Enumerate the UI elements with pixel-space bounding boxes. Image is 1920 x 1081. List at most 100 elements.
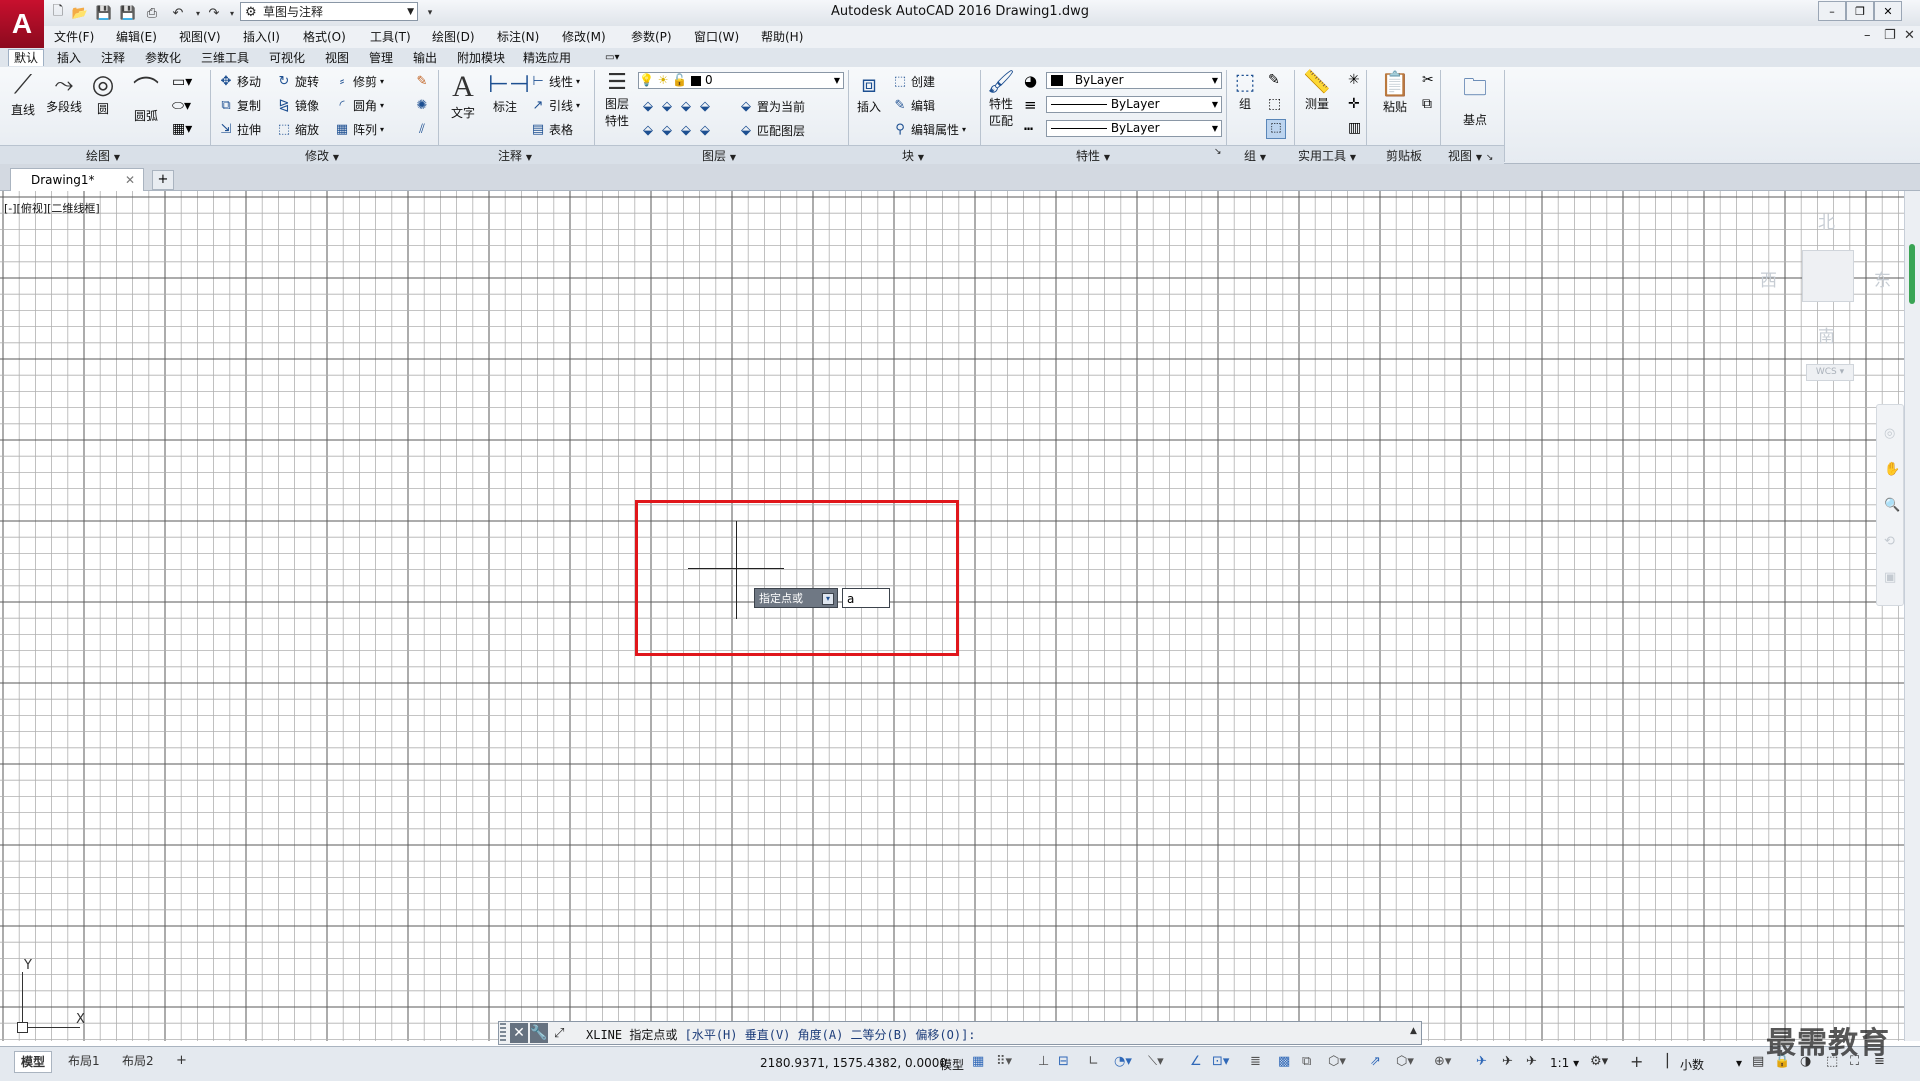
leader-button[interactable]: ↗ 引线 ▾ bbox=[530, 96, 580, 114]
scale-button[interactable]: ⬚ 缩放 bbox=[276, 120, 319, 138]
array-button[interactable]: ▦ 阵列 ▾ bbox=[334, 120, 384, 138]
new-tab-button[interactable]: + bbox=[152, 170, 174, 190]
print-icon[interactable]: ⎙ bbox=[142, 3, 162, 23]
cut-icon[interactable]: ✂ bbox=[1422, 72, 1434, 88]
command-options[interactable]: [水平(H) 垂直(V) 角度(A) 二等分(B) 偏移(O)]: bbox=[685, 1028, 976, 1042]
linetype-icon[interactable]: ┅ bbox=[1024, 120, 1033, 138]
menu-tools[interactable]: 工具(T) bbox=[370, 28, 411, 45]
menu-parametric[interactable]: 参数(P) bbox=[631, 28, 672, 45]
customize-wrench-icon[interactable]: 🔧 bbox=[530, 1023, 548, 1043]
menu-insert[interactable]: 插入(I) bbox=[243, 28, 280, 45]
clipboard-panel-title[interactable]: 剪贴板 bbox=[1386, 147, 1422, 164]
hatch-icon[interactable]: ▦▾ bbox=[172, 121, 192, 137]
match-layer-button[interactable]: ⬙ 匹配图层 bbox=[738, 121, 805, 139]
quick-select-icon[interactable]: ✳ bbox=[1348, 72, 1360, 88]
erase-button[interactable]: ✎ bbox=[414, 72, 430, 90]
add-layout-button[interactable]: + bbox=[170, 1051, 193, 1071]
selection-filtering-icon[interactable]: ⬡▾ bbox=[1396, 1054, 1414, 1069]
steering-wheel-icon[interactable]: ◎ bbox=[1884, 426, 1895, 441]
group-select-toggle[interactable]: ⬚ bbox=[1266, 119, 1286, 139]
circle-button[interactable]: ◎ 圆 bbox=[86, 70, 120, 117]
open-file-icon[interactable]: 📂 bbox=[70, 3, 90, 23]
create-block-button[interactable]: ⬚ 创建 bbox=[892, 72, 935, 90]
doc-close-icon[interactable]: ✕ bbox=[1904, 28, 1915, 43]
properties-panel-title[interactable]: 特性 ▼ bbox=[1076, 147, 1110, 164]
move-button[interactable]: ✥ 移动 bbox=[218, 72, 261, 90]
menu-file[interactable]: 文件(F) bbox=[54, 28, 94, 45]
annotation-scale-value[interactable]: 1:1 ▾ bbox=[1550, 1056, 1579, 1070]
explode-button[interactable]: ✺ bbox=[414, 96, 430, 114]
minimize-button[interactable]: – bbox=[1818, 1, 1846, 21]
close-command-line-icon[interactable]: ✕ bbox=[510, 1023, 528, 1043]
tab-3d-tools[interactable]: 三维工具 bbox=[196, 50, 254, 66]
zoom-icon[interactable]: 🔍 bbox=[1884, 498, 1900, 513]
scrollbar-thumb[interactable] bbox=[1909, 244, 1915, 304]
coordinates-readout[interactable]: 2180.9371, 1575.4382, 0.0000 bbox=[760, 1056, 947, 1070]
tab-visualize[interactable]: 可视化 bbox=[264, 50, 310, 66]
workspace-select[interactable]: ⚙ 草图与注释 ▼ bbox=[240, 2, 418, 21]
workspace-switching-icon[interactable]: ⚙▾ bbox=[1590, 1054, 1608, 1069]
layer-properties-button[interactable]: ☰ 图层 特性 bbox=[600, 70, 634, 129]
pan-icon[interactable]: ✋ bbox=[1884, 462, 1900, 477]
selection-cycling-icon[interactable]: ⧉ bbox=[1302, 1054, 1311, 1069]
layer-tools-row1[interactable]: ⬙ ⬙ ⬙ ⬙ bbox=[640, 97, 713, 115]
calculator-icon[interactable]: ▥ bbox=[1348, 120, 1361, 136]
ungroup-icon[interactable]: ✎ bbox=[1268, 72, 1280, 88]
command-history-icon[interactable]: ▲ bbox=[1410, 1026, 1417, 1036]
file-tab-drawing1[interactable]: Drawing1* ✕ bbox=[10, 168, 144, 191]
table-button[interactable]: ▤ 表格 bbox=[530, 120, 573, 138]
units-icon[interactable]: ▕ bbox=[1658, 1054, 1668, 1069]
viewcube-top-face[interactable] bbox=[1802, 250, 1854, 302]
redo-dropdown-icon[interactable]: ▾ bbox=[222, 3, 242, 23]
menu-dimension[interactable]: 标注(N) bbox=[497, 28, 539, 45]
arc-button[interactable]: ⌒ 圆弧 bbox=[126, 70, 166, 124]
rectangle-icon[interactable]: ▭▾ bbox=[172, 74, 192, 90]
grid-toggle-icon[interactable]: ▦ bbox=[972, 1054, 984, 1069]
layers-panel-title[interactable]: 图层 ▼ bbox=[702, 147, 736, 164]
tab-view[interactable]: 视图 bbox=[320, 50, 354, 66]
viewcube-north[interactable]: 北 bbox=[1818, 208, 1835, 233]
menu-draw[interactable]: 绘图(D) bbox=[432, 28, 475, 45]
insert-block-button[interactable]: ⧈ 插入 bbox=[852, 70, 886, 115]
undo-icon[interactable]: ↶ bbox=[168, 3, 188, 23]
line-button[interactable]: ⟋ 直线 bbox=[6, 70, 40, 118]
menu-window[interactable]: 窗口(W) bbox=[694, 28, 739, 45]
modify-panel-title[interactable]: 修改 ▼ bbox=[305, 147, 339, 164]
tab-layout2[interactable]: 布局2 bbox=[116, 1051, 160, 1071]
dimension-button[interactable]: ⊢⊣ 标注 bbox=[488, 70, 530, 115]
edit-block-button[interactable]: ✎ 编辑 bbox=[892, 96, 935, 114]
tab-output[interactable]: 输出 bbox=[408, 50, 442, 66]
object-snap-tracking-icon[interactable]: ∠ bbox=[1190, 1054, 1202, 1069]
linetype-combo[interactable]: ByLayer ▼ bbox=[1046, 96, 1222, 113]
rotate-button[interactable]: ↻ 旋转 bbox=[276, 72, 319, 90]
ortho-mode-icon[interactable]: ∟ bbox=[1088, 1054, 1099, 1069]
tab-addins[interactable]: 附加模块 bbox=[452, 50, 510, 66]
transparency-icon[interactable]: ▩ bbox=[1278, 1054, 1290, 1069]
match-properties-button[interactable]: 🖌 特性 匹配 bbox=[984, 70, 1018, 129]
view-panel-title[interactable]: 视图 ▼ ↘ bbox=[1448, 147, 1493, 164]
auto-scale-icon[interactable]: ✈ bbox=[1502, 1054, 1513, 1069]
tab-manage[interactable]: 管理 bbox=[364, 50, 398, 66]
tab-annotate[interactable]: 注释 bbox=[96, 50, 130, 66]
measure-button[interactable]: 📏 测量 bbox=[1298, 70, 1336, 112]
lineweight-icon[interactable]: ≡ bbox=[1024, 96, 1037, 114]
quick-properties-icon[interactable]: ▤ bbox=[1752, 1054, 1764, 1069]
tab-model[interactable]: 模型 bbox=[14, 1051, 53, 1073]
utilities-panel-title[interactable]: 实用工具 ▼ bbox=[1298, 147, 1356, 164]
quick-access-dropdown-icon[interactable]: ▾ bbox=[420, 3, 440, 23]
color-wheel-icon[interactable]: ◕ bbox=[1024, 72, 1037, 90]
viewcube-south[interactable]: 南 bbox=[1818, 322, 1835, 347]
ribbon-minimize-icon[interactable]: ▭▾ bbox=[600, 50, 624, 66]
layer-tools-row2[interactable]: ⬙ ⬙ ⬙ ⬙ bbox=[640, 121, 713, 139]
close-tab-icon[interactable]: ✕ bbox=[125, 169, 135, 191]
doc-minimize-icon[interactable]: – bbox=[1864, 28, 1871, 43]
annotation-monitor-icon[interactable]: + bbox=[1630, 1052, 1643, 1071]
stretch-button[interactable]: ⇲ 拉伸 bbox=[218, 120, 261, 138]
group-edit-icon[interactable]: ⬚ bbox=[1268, 96, 1281, 112]
block-panel-title[interactable]: 块 ▼ bbox=[902, 147, 924, 164]
doc-restore-icon[interactable]: ❐ bbox=[1884, 28, 1896, 43]
viewcube-east[interactable]: 东 bbox=[1874, 266, 1891, 291]
new-file-icon[interactable]: 🗋 bbox=[48, 3, 68, 23]
polyline-button[interactable]: ⤳ 多段线 bbox=[44, 70, 84, 115]
lineweight-combo[interactable]: ByLayer ▼ bbox=[1046, 120, 1222, 137]
